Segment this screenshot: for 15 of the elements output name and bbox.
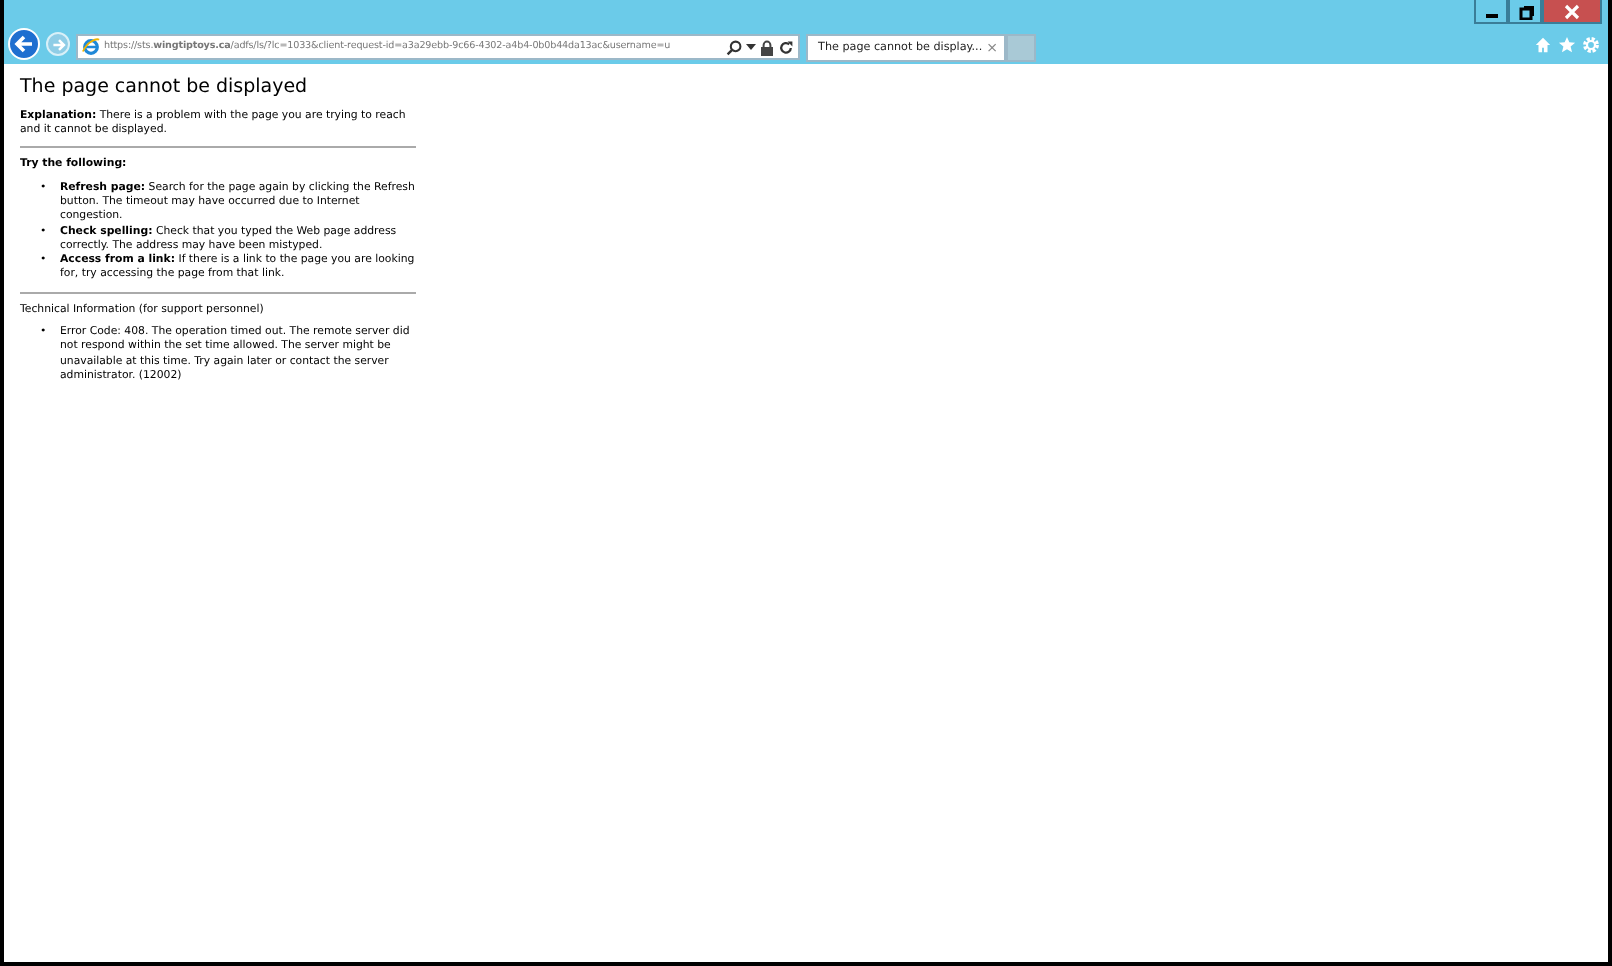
forward-arrow-icon [51,37,65,51]
restore-button[interactable] [1508,0,1542,24]
dropdown-arrow-icon[interactable] [746,43,756,51]
refresh-icon[interactable] [778,39,794,55]
page-title: The page cannot be displayed [20,76,310,102]
restore-icon [1517,3,1533,19]
lock-icon [760,39,774,55]
back-arrow-icon [14,34,34,54]
minimize-button[interactable] [1474,0,1508,24]
back-button[interactable] [8,28,40,60]
favorites-star-icon[interactable] [1558,35,1576,53]
search-icon[interactable] [726,39,742,55]
close-button[interactable] [1542,0,1602,24]
close-icon [1564,3,1580,19]
browser-logo-icon [82,38,100,56]
